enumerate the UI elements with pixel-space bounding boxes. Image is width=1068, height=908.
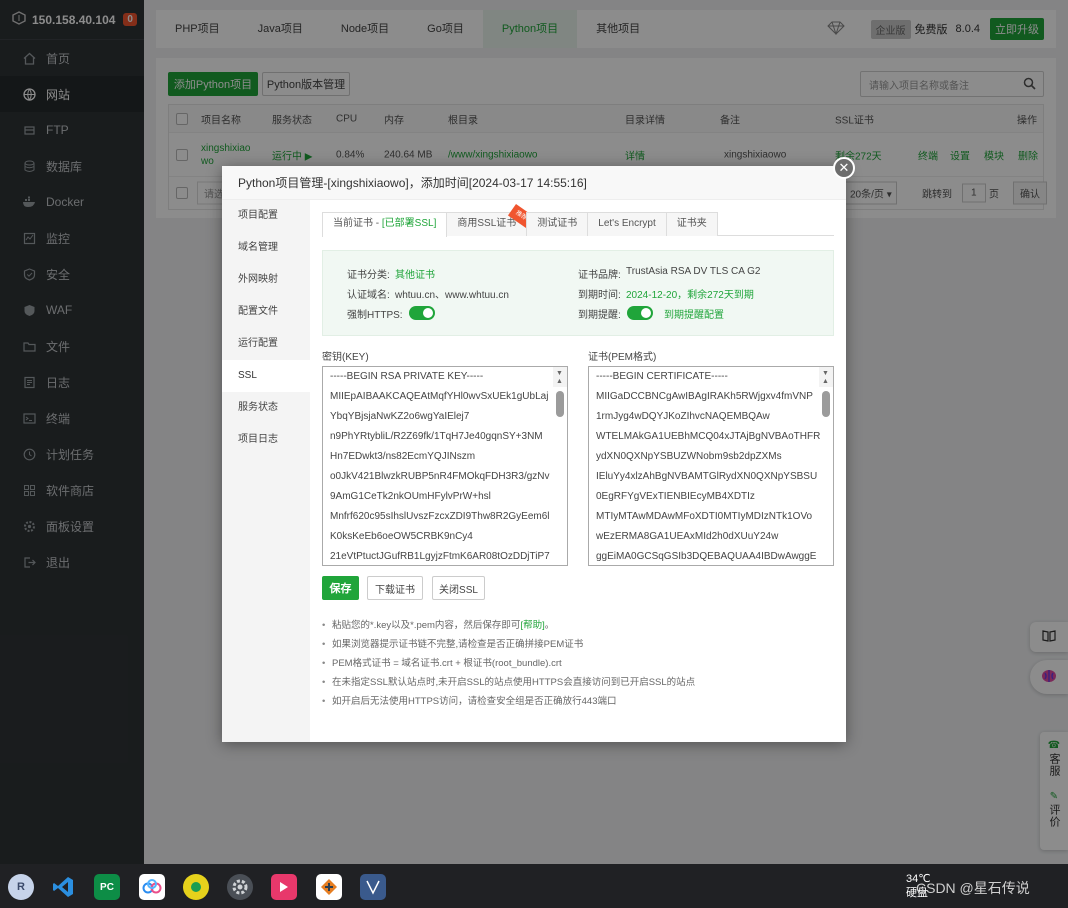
expire-remind-toggle[interactable] xyxy=(627,306,653,320)
cert-brand-label: 证书品牌: xyxy=(578,270,621,281)
pem-line: 0EgRFYgVExTIENBIEcyMB4XDTIz xyxy=(596,491,755,502)
ssl-tips-list: 粘贴您的*.key以及*.pem内容，然后保存即可[帮助]。 如果浏览器提示证书… xyxy=(322,616,834,711)
nav-run-config[interactable]: 运行配置 xyxy=(222,328,310,360)
music-app-icon[interactable] xyxy=(183,874,209,900)
tip-item: 在未指定SSL默认站点时,未开启SSL的站点使用HTTPS会直接访问到已开启SS… xyxy=(322,673,834,692)
tip-item: 如开启后无法使用HTTPS访问，请检查安全组是否正确放行443端口 xyxy=(322,692,834,711)
private-key-textarea[interactable]: -----BEGIN RSA PRIVATE KEY----- MIIEpAIB… xyxy=(322,366,568,566)
pem-cert-textarea[interactable]: -----BEGIN CERTIFICATE----- MIIGaDCCBNCg… xyxy=(588,366,834,566)
ssl-tabs: 当前证书 - [已部署SSL] 商用SSL证书 推荐 测试证书 Let's Enc… xyxy=(322,203,834,237)
nav-domain-manage[interactable]: 域名管理 xyxy=(222,232,310,264)
nav-project-config[interactable]: 项目配置 xyxy=(222,200,310,232)
expire-remind-label: 到期提醒: xyxy=(578,310,621,321)
key-label: 密钥(KEY) xyxy=(322,352,369,363)
download-cert-button[interactable]: 下载证书 xyxy=(367,576,423,600)
nav-project-log[interactable]: 项目日志 xyxy=(222,424,310,456)
key-line: o0JkV421BlwzkRUBP5nR4FMOkqFDH3R3/gzNv xyxy=(330,471,550,482)
pem-label: 证书(PEM格式) xyxy=(588,352,657,363)
python-project-modal: Python项目管理-[xingshixiaowo]，添加时间[2024-03-… xyxy=(222,166,846,742)
vscode-icon[interactable] xyxy=(50,874,76,900)
ssl-panel: 当前证书 - [已部署SSL] 商用SSL证书 推荐 测试证书 Let's Enc… xyxy=(322,203,834,711)
modal-title: Python项目管理-[xingshixiaowo]，添加时间[2024-03-… xyxy=(222,166,846,200)
scroll-thumb[interactable] xyxy=(556,391,564,417)
tab-commercial-ssl[interactable]: 商用SSL证书 推荐 xyxy=(446,203,535,236)
expire-remind-config-link[interactable]: 到期提醒配置 xyxy=(664,306,724,321)
close-ssl-button[interactable]: 关闭SSL xyxy=(432,576,485,600)
bookmark-app-icon[interactable] xyxy=(271,874,297,900)
scroll-down-icon[interactable]: ▼ xyxy=(822,367,829,384)
current-cert-label: 当前证书 - xyxy=(333,218,382,229)
force-https-toggle[interactable] xyxy=(409,306,435,320)
tip-item: PEM格式证书 = 域名证书.crt + 根证书(root_bundle).cr… xyxy=(322,654,834,673)
tip-end: 。 xyxy=(544,620,555,631)
baidu-netdisk-icon[interactable] xyxy=(139,874,165,900)
git-tool-icon[interactable] xyxy=(316,874,342,900)
pem-line: MIIGaDCCBNCgAwIBAgIRAKh5RWjgxv4fmVNP xyxy=(596,391,813,402)
pem-line: wEzERMA8GA1UEAxMId2h0dXUuY24w xyxy=(596,531,779,542)
tip-item: 粘贴您的*.key以及*.pem内容，然后保存即可[帮助]。 xyxy=(322,616,834,635)
cert-expire-label: 到期时间: xyxy=(578,290,621,301)
pem-line: ydXN0QXNpYSBUZWNobm9sb2dpZXMs xyxy=(596,451,782,462)
settings-app-icon[interactable] xyxy=(227,874,253,900)
r-app-icon[interactable]: R xyxy=(8,874,34,900)
nav-config-file[interactable]: 配置文件 xyxy=(222,296,310,328)
key-line: n9PhYRtybliL/R2Z69fk/1TqH7Je40gqnSY+3NM xyxy=(330,431,543,442)
cert-category-label: 证书分类: xyxy=(347,270,390,281)
key-line: YbqYBjsjaNwKZ2o6wgYaIElej7 xyxy=(330,411,470,422)
csdn-watermark: CSDN @星石传说 xyxy=(916,880,1030,896)
pem-line: -----BEGIN CERTIFICATE----- xyxy=(596,371,728,382)
tab-current-cert[interactable]: 当前证书 - [已部署SSL] xyxy=(322,212,448,237)
cert-info-box: 证书分类: 其他证书 证书品牌: TrustAsia RSA DV TLS CA… xyxy=(322,250,834,336)
os-taskbar: R PC 34℃ 硬盘 CSDN @星石传说 xyxy=(0,864,1068,908)
pem-line: 1rmJyg4wDQYJKoZIhvcNAQEMBQAw xyxy=(596,411,770,422)
pem-line: WTELMAkGA1UEBhMCQ04xJTAjBgNVBAoTHFR xyxy=(596,431,821,442)
key-line: 9AmG1CeTk2nkOUmHFylvPrW+hsl xyxy=(330,491,491,502)
pem-line: IEluYy4xlzAhBgNVBAMTGlRydXN0QXNpYSBSU xyxy=(596,471,818,482)
cert-brand-value: TrustAsia RSA DV TLS CA G2 xyxy=(626,266,761,277)
modal-close-button[interactable]: ✕ xyxy=(833,157,855,179)
key-line: Hn7EDwkt3/ns82EcmYQJINszm xyxy=(330,451,476,462)
close-icon: ✕ xyxy=(838,160,850,175)
save-button[interactable]: 保存 xyxy=(322,576,359,600)
key-line: MIIEpAIBAAKCAQEAtMqfYHl0wvSxUEk1gUbLaj xyxy=(330,391,549,402)
cert-expire-value: 2024-12-20，剩余272天到期 xyxy=(626,290,754,301)
key-line: -----BEGIN RSA PRIVATE KEY----- xyxy=(330,371,484,382)
pem-scrollbar[interactable]: ▲ ▼ xyxy=(819,367,833,417)
modal-side-nav: 项目配置 域名管理 外网映射 配置文件 运行配置 SSL 服务状态 项目日志 xyxy=(222,200,310,742)
key-line: Mnfrf620c95sIhslUvszFzcxZDI9Thw8R2GyEem6… xyxy=(330,511,550,522)
cert-category-value: 其他证书 xyxy=(395,270,435,281)
key-line: 21eVtPtuctJGufRB1LgyjzFtmK6AR08tOzDDjTiP… xyxy=(330,551,550,562)
tip-text: 粘贴您的*.key以及*.pem内容，然后保存即可 xyxy=(332,620,521,631)
cert-domain-label: 认证域名: xyxy=(347,290,390,301)
help-link[interactable]: [帮助] xyxy=(520,620,544,631)
nav-external-mapping[interactable]: 外网映射 xyxy=(222,264,310,296)
key-line: K0ksKeEb6oeOW5CRBK9nCy4 xyxy=(330,531,473,542)
tab-test-cert[interactable]: 测试证书 xyxy=(526,212,589,236)
scroll-thumb[interactable] xyxy=(822,391,830,417)
pycharm-icon[interactable]: PC xyxy=(94,874,120,900)
force-https-label: 强制HTTPS: xyxy=(347,310,403,321)
deployed-ssl-label: [已部署SSL] xyxy=(381,218,437,229)
scroll-down-icon[interactable]: ▼ xyxy=(556,367,563,384)
pem-line: ggEiMA0GCSqGSIb3DQEBAQUAA4IBDwAwggE xyxy=(596,551,817,562)
tip-item: 如果浏览器提示证书链不完整,请检查是否正确拼接PEM证书 xyxy=(322,635,834,654)
nav-service-status[interactable]: 服务状态 xyxy=(222,392,310,424)
key-scrollbar[interactable]: ▲ ▼ xyxy=(553,367,567,417)
cert-domain-value: whtuu.cn、www.whtuu.cn xyxy=(395,290,509,301)
nav-ssl[interactable]: SSL xyxy=(222,360,310,392)
commercial-ssl-label: 商用SSL证书 xyxy=(457,218,517,229)
tab-lets-encrypt[interactable]: Let's Encrypt xyxy=(587,212,667,236)
pem-line: MTIyMTAwMDAwMFoXDTI0MTIyMDIzNTk1OVo xyxy=(596,511,813,522)
remote-tool-icon[interactable] xyxy=(360,874,386,900)
tab-cert-folder[interactable]: 证书夹 xyxy=(665,212,718,236)
